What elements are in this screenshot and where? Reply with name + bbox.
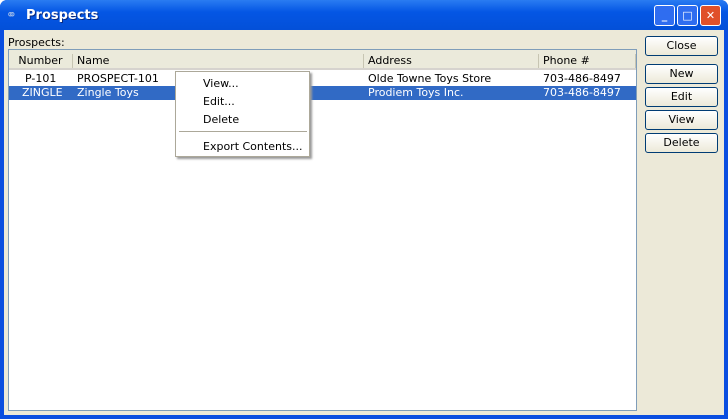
delete-button[interactable]: Delete xyxy=(645,133,718,153)
cell-number: ZINGLE xyxy=(22,86,63,99)
column-number[interactable]: Number xyxy=(9,54,73,68)
prospects-icon: ⚭ xyxy=(6,8,17,23)
title-bar: ⚭ Prospects _ □ ✕ xyxy=(0,0,728,30)
prospects-table[interactable]: Number Name Address Phone # P-101 PROSPE… xyxy=(8,49,637,411)
window-title: Prospects xyxy=(26,8,99,23)
list-label: Prospects: xyxy=(8,36,65,49)
view-button[interactable]: View xyxy=(645,110,718,130)
close-window-button[interactable]: ✕ xyxy=(700,5,721,26)
minimize-button[interactable]: _ xyxy=(654,5,675,26)
menu-item-delete[interactable]: Delete xyxy=(203,113,239,126)
column-name[interactable]: Name xyxy=(73,54,364,68)
cell-phone: 703-486-8497 xyxy=(543,86,621,99)
table-row-selected[interactable]: ZINGLE Zingle Toys Prodiem Toys Inc. 703… xyxy=(9,86,636,100)
cell-name: Zingle Toys xyxy=(77,86,139,99)
close-button[interactable]: Close xyxy=(645,36,718,56)
cell-address: Olde Towne Toys Store xyxy=(368,72,492,85)
cell-phone: 703-486-8497 xyxy=(543,72,621,85)
prospects-window: ⚭ Prospects _ □ ✕ Prospects: Number Name… xyxy=(0,0,728,419)
column-address[interactable]: Address xyxy=(364,54,539,68)
maximize-button[interactable]: □ xyxy=(677,5,698,26)
menu-item-export[interactable]: Export Contents... xyxy=(203,140,302,153)
window-client: Prospects: Number Name Address Phone # P… xyxy=(4,30,724,415)
context-menu: View... Edit... Delete Export Contents..… xyxy=(175,71,310,157)
menu-separator xyxy=(179,131,307,132)
new-button[interactable]: New xyxy=(645,64,718,84)
edit-button[interactable]: Edit xyxy=(645,87,718,107)
cell-number: P-101 xyxy=(25,72,57,85)
menu-item-view[interactable]: View... xyxy=(203,77,239,90)
column-phone[interactable]: Phone # xyxy=(539,54,636,68)
table-row[interactable]: P-101 PROSPECT-101 Olde Towne Toys Store… xyxy=(9,72,636,86)
menu-item-edit[interactable]: Edit... xyxy=(203,95,235,108)
cell-name: PROSPECT-101 xyxy=(77,72,159,85)
table-header: Number Name Address Phone # xyxy=(9,50,636,70)
cell-address: Prodiem Toys Inc. xyxy=(368,86,464,99)
